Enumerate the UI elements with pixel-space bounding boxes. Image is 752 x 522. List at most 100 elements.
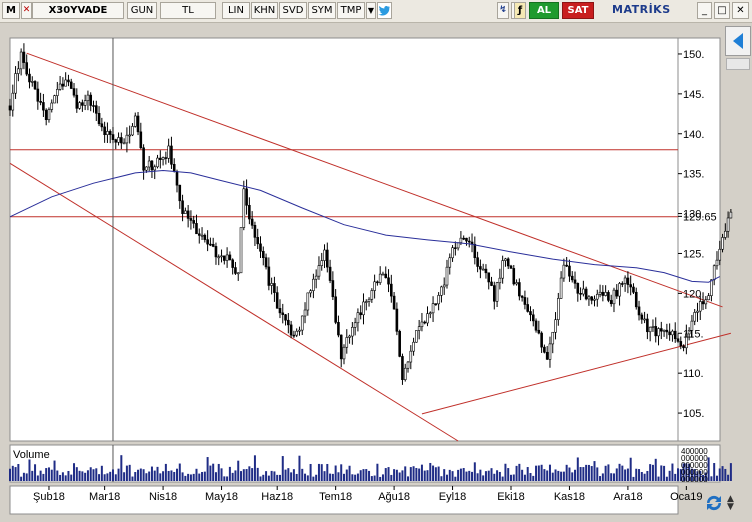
candle-body [92,105,95,107]
back-arrow-icon[interactable] [725,26,751,56]
brand-logo: MATRİKS [612,3,671,16]
close-button[interactable]: ✕ [732,2,749,19]
volume-bar [170,470,173,481]
volume-bar [624,469,627,481]
close-symbol-icon[interactable]: ✕ [21,2,32,19]
candle-body [120,137,123,144]
volume-bar [423,470,426,481]
volume-bar [663,465,666,481]
candle-body [693,312,697,322]
volume-bar [587,464,590,481]
candle-body [632,286,635,293]
volume-bar [276,474,279,481]
volume-bar [34,464,37,481]
volume-bar [226,476,229,481]
symbol-field[interactable]: X30YVADE [32,2,124,19]
candle-body [259,243,262,252]
candle-body [147,160,151,168]
volume-bar [451,471,454,481]
candle-body [696,310,699,313]
sell-button[interactable]: SAT [562,2,594,19]
volume-bar [343,473,345,481]
volume-bar [568,467,571,481]
candle-body [89,94,93,106]
candle-body [348,335,351,338]
candle-body [359,312,363,316]
volume-bar [493,473,496,481]
twitter-icon[interactable] [377,2,392,19]
candle-body [289,324,293,336]
scroll-arrows[interactable]: ▲ ▼ [727,495,739,512]
volume-bar [131,476,134,481]
candle-body [56,89,59,96]
scroll-handle[interactable] [726,58,750,70]
candle-body [128,134,131,137]
volume-bar [473,462,476,481]
tmp-button[interactable]: TMP [337,2,365,19]
volume-bar [562,471,565,481]
volume-bar [418,468,421,481]
menu-button[interactable]: M [2,2,20,19]
volume-bar [81,471,84,481]
volume-bar [612,473,615,481]
candle-body [710,279,713,296]
volume-bar [114,474,117,481]
volume-axis-label: 000000 [681,475,708,484]
volume-bar [373,475,376,481]
volume-bar [381,474,384,481]
sym-button[interactable]: SYM [308,2,336,19]
volume-bar [320,464,323,481]
volume-bar [292,469,295,481]
candle-body [139,131,143,149]
volume-bar [362,469,365,481]
buy-button[interactable]: AL [529,2,559,19]
candle-body [178,184,182,202]
volume-bar [498,471,501,481]
volume-bar [100,465,103,481]
candle-body [33,81,37,90]
lightning-icon[interactable]: ↯ [497,2,509,19]
volume-bar [565,464,568,481]
scale-button[interactable]: LIN [222,2,250,19]
volume-bar [457,469,460,481]
volume-bar [448,469,451,481]
volume-bar [323,471,326,481]
y-tick-label: 105. [683,408,704,420]
candle-body [156,157,159,168]
candle-body [454,247,457,250]
currency-button[interactable]: TL [160,2,216,19]
chevron-down-icon[interactable]: ▼ [366,2,376,19]
price-chart[interactable]: 105.110.115.120.125.130.135.140.145.150.… [0,22,752,522]
svd-button[interactable]: SVD [279,2,307,19]
candle-body [117,137,120,143]
candle-body [270,283,273,286]
volume-bar [677,468,679,481]
candle-body [515,282,518,285]
candle-body [654,326,658,337]
candle-body [420,321,424,328]
volume-bar [295,473,298,481]
period-button[interactable]: GUN [127,2,157,19]
volume-bar [56,470,59,481]
volume-bar [479,469,482,481]
candle-body [175,171,179,186]
volume-bar [665,476,668,481]
volume-bar [270,470,273,481]
candle-body [448,257,452,268]
candle-body [467,240,471,243]
volume-bar [632,476,635,481]
khn-button[interactable]: KHN [251,2,278,19]
f-button[interactable]: ƒ [514,2,526,19]
volume-bar [576,457,579,481]
minimize-button[interactable]: _ [697,2,712,19]
candle-body [287,319,290,326]
refresh-icon[interactable] [703,493,725,513]
volume-bar [660,465,663,481]
maximize-button[interactable]: □ [714,2,730,19]
candle-body [334,296,337,323]
candle-body [356,312,360,324]
volume-bar [223,476,226,481]
candle-body [364,301,368,303]
volume-bar [173,471,176,481]
volume-bar [106,473,109,481]
